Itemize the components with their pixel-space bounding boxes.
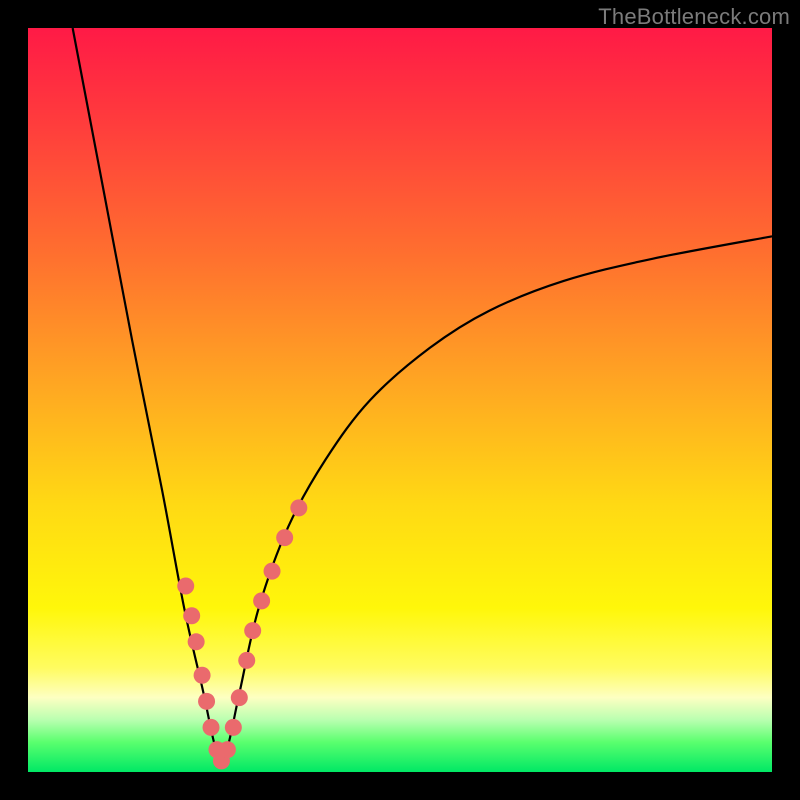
data-marker: [264, 563, 281, 580]
data-marker: [244, 622, 261, 639]
data-marker: [198, 693, 215, 710]
data-marker: [177, 578, 194, 595]
data-marker: [290, 499, 307, 516]
data-marker: [225, 719, 242, 736]
data-marker: [188, 633, 205, 650]
marker-group: [177, 499, 307, 769]
data-marker: [276, 529, 293, 546]
data-marker: [219, 741, 236, 758]
data-marker: [183, 607, 200, 624]
plot-svg: [28, 28, 772, 772]
data-marker: [194, 667, 211, 684]
data-marker: [203, 719, 220, 736]
data-marker: [231, 689, 248, 706]
data-marker: [238, 652, 255, 669]
bottleneck-curve: [73, 28, 772, 761]
watermark-label: TheBottleneck.com: [598, 4, 790, 30]
gradient-plot-area: [28, 28, 772, 772]
data-marker: [253, 592, 270, 609]
